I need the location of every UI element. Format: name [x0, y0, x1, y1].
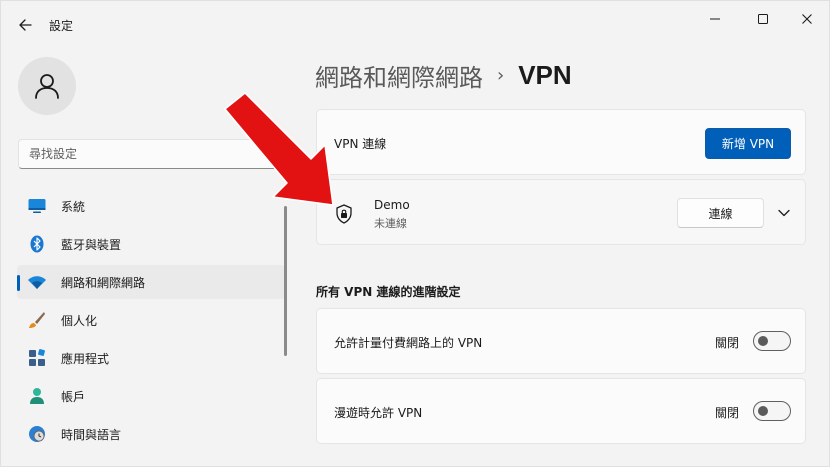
- vpn-connections-label: VPN 連線: [334, 137, 387, 151]
- search-input[interactable]: [29, 140, 259, 168]
- breadcrumb: 網路和網際網路 › VPN: [315, 58, 572, 93]
- advanced-settings-title: 所有 VPN 連線的進階設定: [316, 285, 461, 299]
- back-arrow-icon: [19, 19, 32, 31]
- sidebar-item-label: 時間與語言: [61, 427, 122, 442]
- vpn-connections-card: VPN 連線 新增 VPN: [316, 109, 806, 175]
- sidebar-item-time-language[interactable]: 時間與語言: [17, 417, 285, 451]
- setting-label: 允許計量付費網路上的 VPN: [334, 336, 483, 350]
- brush-icon: [27, 310, 47, 330]
- add-vpn-button[interactable]: 新增 VPN: [705, 128, 791, 159]
- toggle-state-label: 關閉: [715, 336, 740, 350]
- maximize-icon: [758, 14, 768, 24]
- sidebar-item-apps[interactable]: 應用程式: [17, 341, 285, 375]
- breadcrumb-separator: ›: [497, 64, 505, 86]
- sidebar-item-label: 藍牙與裝置: [61, 237, 122, 252]
- metered-vpn-setting: 允許計量付費網路上的 VPN 關閉: [316, 308, 806, 374]
- toggle-knob: [758, 406, 768, 416]
- sidebar-item-label: 帳戶: [61, 389, 86, 404]
- title-bar: 設定: [1, 1, 830, 45]
- expand-button[interactable]: [773, 202, 795, 224]
- user-avatar[interactable]: [18, 57, 76, 115]
- settings-window: 設定 尋找設定 系統 藍牙與裝置 網路和網際網路 個人化 應用程式 帳戶 時間與…: [0, 0, 830, 467]
- sidebar-item-system[interactable]: 系統: [17, 189, 285, 223]
- search-box[interactable]: [18, 139, 280, 169]
- toggle-knob: [758, 336, 768, 346]
- sidebar-item-personalization[interactable]: 個人化: [17, 303, 285, 337]
- sidebar-item-network[interactable]: 網路和網際網路: [17, 265, 285, 299]
- vpn-connection-status: 未連線: [374, 217, 407, 230]
- person-icon: [35, 74, 59, 99]
- vpn-connection-name: Demo: [374, 198, 410, 212]
- close-icon: [802, 14, 812, 24]
- bluetooth-icon: [27, 234, 47, 254]
- breadcrumb-parent[interactable]: 網路和網際網路: [315, 58, 483, 93]
- metered-vpn-toggle[interactable]: [753, 331, 791, 351]
- sidebar-scrollbar[interactable]: [284, 206, 287, 356]
- sidebar-item-accounts[interactable]: 帳戶: [17, 379, 285, 413]
- page-title: VPN: [518, 59, 572, 90]
- minimize-icon: [710, 18, 720, 20]
- chevron-down-icon: [778, 209, 790, 217]
- toggle-state-label: 關閉: [715, 406, 740, 420]
- minimize-button[interactable]: [697, 7, 733, 31]
- back-button[interactable]: [11, 11, 39, 39]
- sidebar-item-label: 網路和網際網路: [61, 275, 146, 290]
- apps-icon: [27, 348, 47, 368]
- vpn-connection-item[interactable]: Demo 未連線 連線: [316, 179, 806, 245]
- clock-globe-icon: [27, 424, 47, 444]
- sidebar-item-label: 應用程式: [61, 351, 110, 366]
- sidebar-nav: 系統 藍牙與裝置 網路和網際網路 個人化 應用程式 帳戶 時間與語言: [17, 189, 285, 455]
- maximize-button[interactable]: [745, 7, 781, 31]
- search-icon[interactable]: [263, 146, 279, 162]
- person-icon: [27, 386, 47, 406]
- monitor-icon: [27, 196, 47, 216]
- setting-label: 漫遊時允許 VPN: [334, 406, 423, 420]
- roaming-vpn-toggle[interactable]: [753, 401, 791, 421]
- roaming-vpn-setting: 漫遊時允許 VPN 關閉: [316, 378, 806, 444]
- sidebar-item-label: 系統: [61, 199, 86, 214]
- sidebar-item-label: 個人化: [61, 313, 98, 328]
- shield-icon: [336, 204, 352, 224]
- app-title: 設定: [49, 19, 74, 33]
- sidebar-item-bluetooth[interactable]: 藍牙與裝置: [17, 227, 285, 261]
- wifi-icon: [27, 272, 47, 292]
- close-button[interactable]: [789, 7, 825, 31]
- connect-button[interactable]: 連線: [677, 198, 764, 228]
